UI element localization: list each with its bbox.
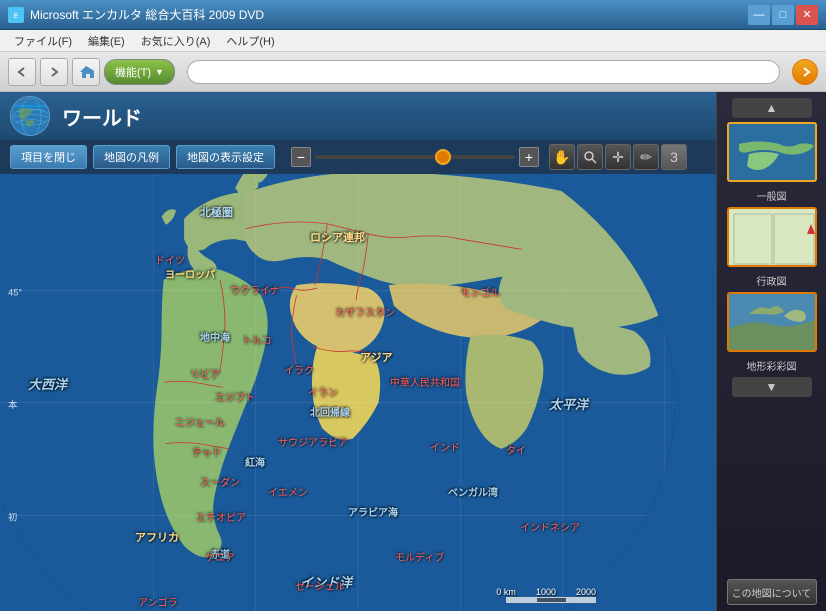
map-type-2-thumbnail[interactable] — [727, 207, 817, 267]
map-type-2-label: 行政図 — [757, 273, 787, 288]
panel-up-button[interactable]: ▲ — [732, 98, 812, 118]
zoom-tool-button[interactable] — [577, 144, 603, 170]
svg-text:本: 本 — [8, 399, 17, 410]
map-tabs: 項目を閉じ 地図の凡例 地図の表示設定 − + ✋ ✛ ✏ 3 — [0, 140, 716, 174]
scale-bar: 0 km 1000 2000 — [496, 587, 596, 603]
scale-label-2000: 2000 — [576, 587, 596, 597]
map-type-3-thumbnail[interactable] — [727, 292, 817, 352]
globe-icon — [10, 96, 50, 136]
menu-bar: ファイル(F) 編集(E) お気に入り(A) ヘルプ(H) — [0, 30, 826, 52]
zoom-slider[interactable] — [315, 155, 515, 159]
zoom-control: − + — [291, 147, 539, 167]
svg-text:45°: 45° — [8, 287, 22, 297]
right-panel: ▲ 一般図 — [716, 92, 826, 611]
map-area[interactable]: 45° 本 初 15° 30° 60° 75° 90° 60° 135° 45°… — [0, 174, 716, 611]
close-button[interactable]: ✕ — [796, 5, 818, 25]
menu-file[interactable]: ファイル(F) — [8, 31, 78, 51]
tab-display-settings[interactable]: 地図の表示設定 — [176, 145, 275, 169]
window-title: Microsoft エンカルタ 総合大百科 2009 DVD — [30, 6, 264, 23]
scale-seg-2 — [536, 597, 566, 603]
draw-tool-button[interactable]: ✏ — [633, 144, 659, 170]
zoom-out-button[interactable]: − — [291, 147, 311, 167]
panel-down-button[interactable]: ▼ — [732, 377, 812, 397]
scale-seg-3 — [566, 597, 596, 603]
map-type-3-label: 地形彩彩図 — [747, 358, 797, 373]
forward-button[interactable] — [40, 58, 68, 86]
map-panel: ワールド 項目を閉じ 地図の凡例 地図の表示設定 − + ✋ ✛ — [0, 92, 716, 611]
svg-text:E: E — [14, 13, 19, 20]
maximize-button[interactable]: □ — [772, 5, 794, 25]
tab-close-item[interactable]: 項目を閉じ — [10, 145, 87, 169]
scale-label-1000: 1000 — [536, 587, 556, 597]
map-svg: 45° 本 初 15° 30° 60° 75° 90° 60° 135° 45° — [0, 174, 716, 611]
back-button[interactable] — [8, 58, 36, 86]
dropdown-arrow-icon: ▼ — [155, 67, 164, 77]
zoom-thumb — [435, 149, 451, 165]
window-controls: — □ ✕ — [748, 5, 818, 25]
minimize-button[interactable]: — — [748, 5, 770, 25]
map-header: ワールド — [0, 92, 716, 140]
map-type-1-label: 一般図 — [757, 188, 787, 203]
map-type-1-thumbnail[interactable] — [727, 122, 817, 182]
svg-text:初: 初 — [8, 511, 17, 522]
toolbar: 機能(T) ▼ — [0, 52, 826, 92]
map-type-1-preview — [729, 124, 815, 180]
move-tool-button[interactable]: ✛ — [605, 144, 631, 170]
title-bar: E Microsoft エンカルタ 総合大百科 2009 DVD — □ ✕ — [0, 0, 826, 30]
map-type-2-preview — [729, 209, 815, 265]
scale-line — [506, 597, 596, 603]
map-type-3-preview — [729, 294, 815, 350]
feature-label: 機能(T) — [115, 64, 151, 80]
scale-label-0: 0 km — [496, 587, 516, 597]
menu-favorites[interactable]: お気に入り(A) — [135, 31, 217, 51]
title-bar-left: E Microsoft エンカルタ 総合大百科 2009 DVD — [8, 6, 264, 23]
app-icon: E — [8, 7, 24, 23]
scale-seg-1 — [506, 597, 536, 603]
menu-help[interactable]: ヘルプ(H) — [220, 31, 280, 51]
map-title: ワールド — [62, 102, 142, 131]
zoom-in-button[interactable]: + — [519, 147, 539, 167]
search-input[interactable] — [187, 60, 780, 84]
feature-button[interactable]: 機能(T) ▼ — [104, 59, 175, 85]
map-info-button[interactable]: この地図について — [727, 579, 817, 605]
scale-labels: 0 km 1000 2000 — [496, 587, 596, 597]
hand-tool-button[interactable]: ✋ — [549, 144, 575, 170]
menu-edit[interactable]: 編集(E) — [82, 31, 131, 51]
search-go-button[interactable] — [792, 59, 818, 85]
main-content: ワールド 項目を閉じ 地図の凡例 地図の表示設定 − + ✋ ✛ — [0, 92, 826, 611]
home-button[interactable] — [72, 58, 100, 86]
number-tool-button[interactable]: 3 — [661, 144, 687, 170]
tab-legend[interactable]: 地図の凡例 — [93, 145, 170, 169]
map-tools: ✋ ✛ ✏ 3 — [549, 144, 687, 170]
